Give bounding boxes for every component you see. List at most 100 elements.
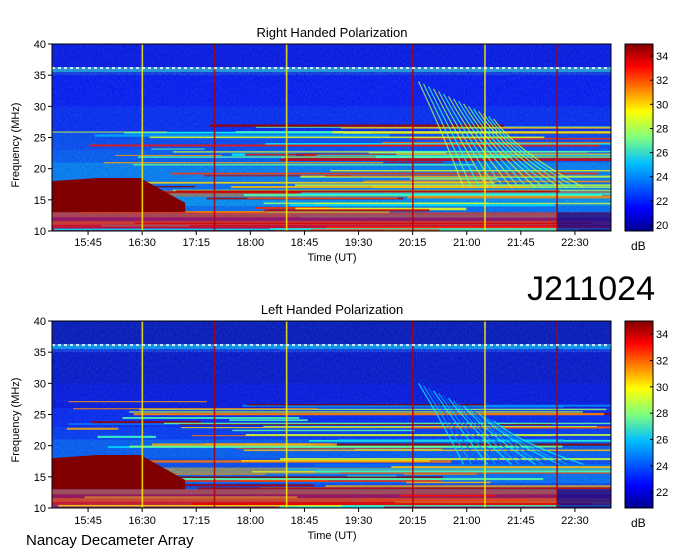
x-tick-label: 20:15 [399,515,427,527]
dotted-row [316,344,319,347]
interference-line [115,154,223,156]
dotted-row [346,344,349,347]
dotted-row [442,344,445,347]
colorbar-gradient [624,320,654,509]
x-tick-label: 18:00 [237,237,265,249]
dotted-row [358,67,361,70]
dotted-row [466,67,469,70]
dotted-row [556,344,559,347]
dotted-row [148,67,151,70]
dotted-row [466,344,469,347]
dotted-row [130,67,133,70]
calibration-line [141,44,144,231]
dotted-row [310,67,313,70]
dotted-row [418,67,421,70]
dotted-row [454,344,457,347]
dotted-row [268,344,271,347]
dotted-row [274,67,277,70]
dotted-row [430,67,433,70]
dotted-row [262,67,265,70]
x-tick-label: 15:45 [74,515,102,527]
dotted-row [580,67,583,70]
dotted-row [376,344,379,347]
dotted-row [598,344,601,347]
dotted-row [226,67,229,70]
dotted-row [556,67,559,70]
dotted-row [238,344,241,347]
dotted-row [70,67,73,70]
interference-line [314,202,611,205]
dotted-row [58,344,61,347]
interference-line [94,134,390,137]
calibration-line [285,321,288,508]
dotted-row [388,344,391,347]
dotted-row [124,67,127,70]
interference-line [375,155,512,159]
frequency-band [52,44,611,68]
dotted-row [400,67,403,70]
y-tick-label: 20 [34,441,46,453]
dotted-row [202,344,205,347]
calibration-line [412,44,414,231]
x-tick-label: 22:30 [561,515,589,527]
interference-line [52,131,168,133]
colorbar-tick-label: 22 [656,196,668,208]
dotted-row [250,67,253,70]
dotted-row [334,67,337,70]
dotted-row [568,344,571,347]
quiet-region [556,489,611,508]
x-tick-label: 16:30 [128,515,156,527]
dotted-row [76,67,79,70]
dotted-row [154,67,157,70]
quiet-region [556,212,611,231]
dotted-row [70,344,73,347]
x-tick-label: 21:45 [507,515,535,527]
interference-line [241,459,431,462]
interference-line [73,408,319,410]
colorbar-tick-label: 32 [656,75,668,87]
interference-line [197,487,611,490]
dotted-row [532,344,535,347]
dotted-row [148,344,151,347]
dotted-row [244,344,247,347]
dotted-row [124,344,127,347]
interference-line [325,175,557,177]
dotted-row [412,344,415,347]
dotted-row [604,67,607,70]
dotted-row [136,67,139,70]
dotted-row [136,344,139,347]
dotted-row [562,344,565,347]
interference-line [280,158,611,161]
interference-line [209,124,504,127]
interference-line [66,427,119,430]
dotted-row [118,67,121,70]
dotted-row [592,344,595,347]
dotted-row [394,67,397,70]
right-polarization-panel: Right Handed Polarization 15:45 16:30 17:1… [10,25,668,264]
calibration-line [412,321,414,508]
dotted-row [538,344,541,347]
dotted-row [310,344,313,347]
y-tick-label: 30 [34,101,46,113]
dotted-row [304,67,307,70]
dotted-row [130,344,133,347]
colorbar-tick-label: 26 [656,148,668,160]
x-tick-label: 18:45 [291,515,319,527]
frequency-band [52,352,611,384]
x-tick-label: 17:15 [182,515,210,527]
dotted-row [214,67,217,70]
dotted-row [244,67,247,70]
interference-line [133,412,605,416]
dotted-row [286,67,289,70]
dotted-row [382,67,385,70]
dotted-row [94,344,97,347]
dotted-row [214,344,217,347]
interference-line [229,419,308,422]
interference-line [164,422,611,425]
interference-line [151,443,337,446]
x-tick-label: 15:45 [74,237,102,249]
dotted-row [538,67,541,70]
dotted-row [292,344,295,347]
dotted-row [460,67,463,70]
colorbar: 22 24 26 28 30 32 34 [624,320,668,509]
